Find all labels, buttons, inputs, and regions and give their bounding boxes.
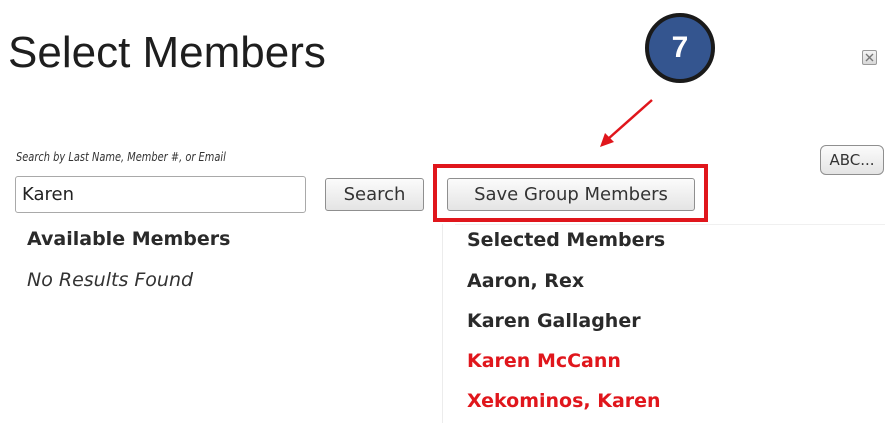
list-item[interactable]: Karen Gallagher (467, 310, 661, 350)
dialog-title: Select Members (8, 28, 326, 77)
selected-members-heading: Selected Members (467, 229, 666, 251)
search-input[interactable] (15, 176, 306, 213)
list-item[interactable]: Aaron, Rex (467, 270, 661, 310)
step-number-badge: 7 (645, 13, 715, 83)
abc-filter-button[interactable]: ABC... (820, 145, 884, 175)
close-icon (865, 53, 874, 62)
annotation-arrow-icon (600, 99, 653, 147)
list-item[interactable]: Karen McCann (467, 350, 661, 390)
list-item[interactable]: Xekominos, Karen (467, 390, 661, 423)
available-members-heading: Available Members (27, 228, 231, 250)
available-members-panel: Available Members No Results Found (15, 224, 443, 423)
close-button[interactable] (862, 50, 877, 65)
selected-members-list: Aaron, Rex Karen Gallagher Karen McCann … (467, 270, 661, 423)
save-group-members-button[interactable]: Save Group Members (447, 178, 695, 211)
select-members-dialog: Select Members 7 Search by Last Name, Me… (0, 0, 885, 423)
selected-members-panel: Selected Members Aaron, Rex Karen Gallag… (455, 224, 885, 423)
search-hint-label: Search by Last Name, Member #, or Email (16, 150, 226, 164)
no-results-text: No Results Found (27, 269, 194, 291)
search-button[interactable]: Search (325, 178, 424, 211)
